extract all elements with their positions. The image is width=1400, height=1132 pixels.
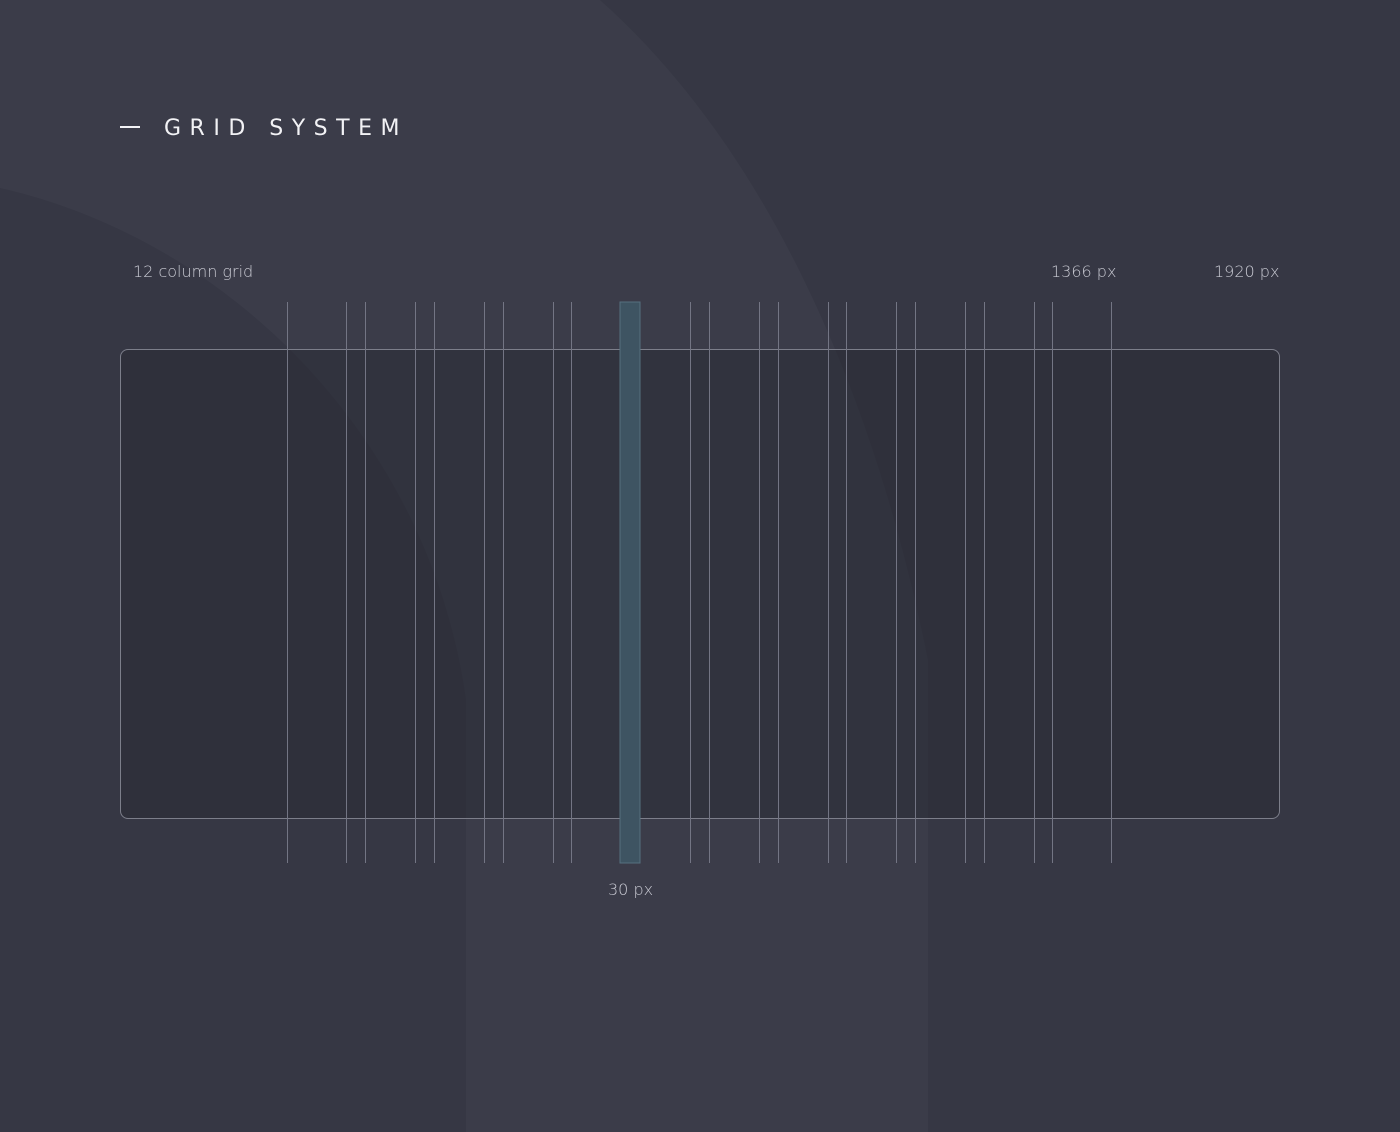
grid-system-slide: GRID SYSTEM 12 column grid 1366 px 1920 … (0, 0, 1400, 1132)
gutter-width-label: 30 px (608, 880, 654, 899)
grid-lines (287, 301, 1112, 864)
gutter-highlight (619, 301, 641, 864)
